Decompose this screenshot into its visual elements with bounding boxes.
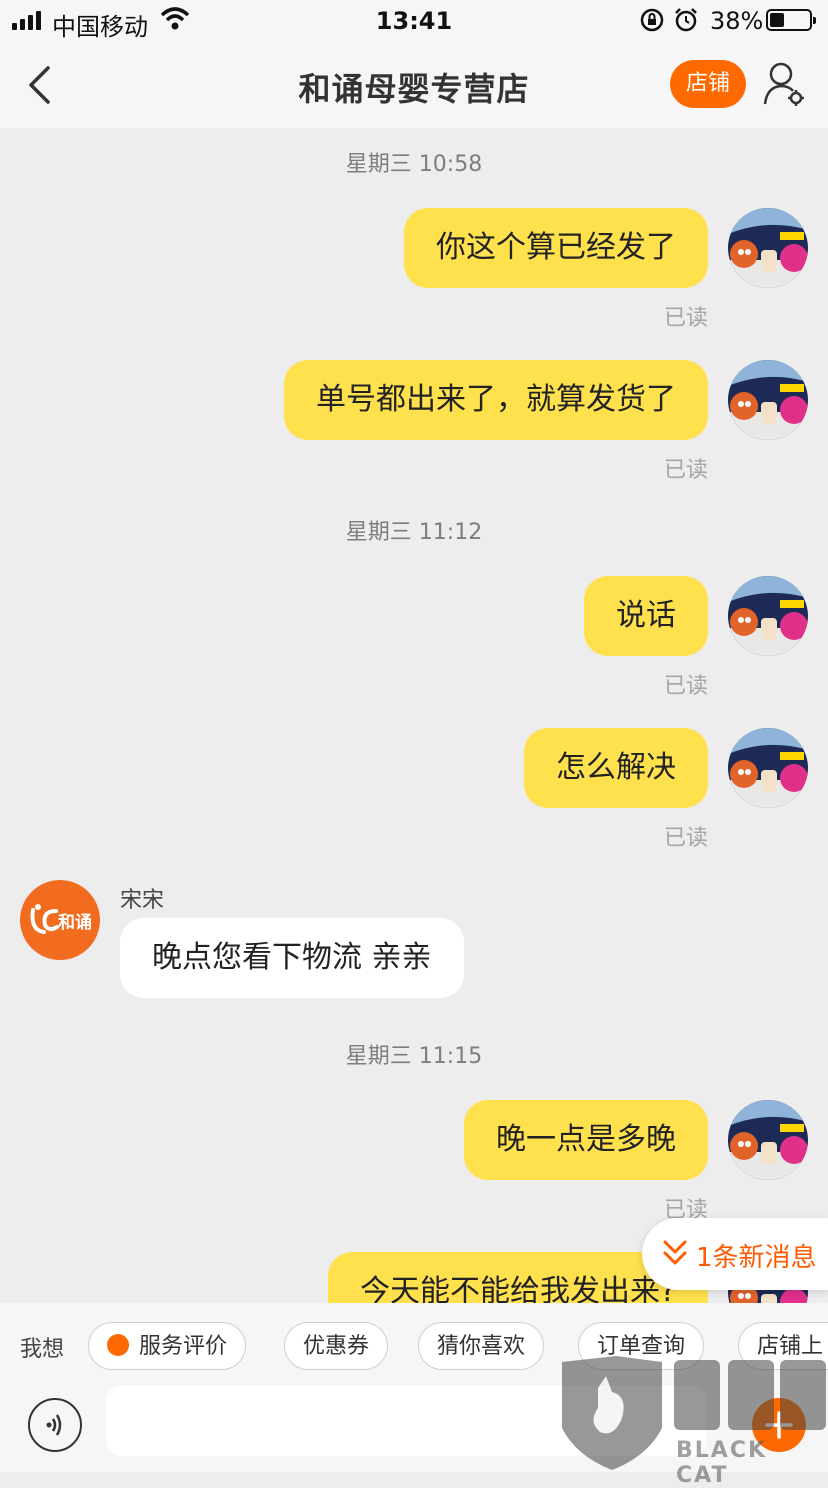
quick-bar-label: 我想 (20, 1337, 65, 1362)
battery-percent: 38% (710, 7, 764, 35)
voice-icon (46, 1414, 62, 1436)
shop-logo-icon: 和诵 (30, 904, 92, 934)
message-bubble-outgoing[interactable]: 怎么解决 (524, 728, 708, 808)
read-status: 已读 (663, 306, 708, 331)
status-bar: 中国移动 13:41 38% (0, 0, 828, 42)
user-avatar-image (728, 1100, 808, 1180)
sender-name: 宋宋 (120, 888, 165, 913)
user-avatar[interactable] (728, 576, 808, 656)
battery-icon (766, 9, 816, 31)
message-bubble-outgoing[interactable]: 单号都出来了，就算发货了 (284, 360, 708, 440)
clock: 13:41 (375, 7, 453, 35)
chip-service-review[interactable]: 服务评价 (88, 1322, 247, 1370)
chip-coupon[interactable]: 优惠券 (284, 1322, 389, 1370)
watermark-text: BLACK CAT (676, 1438, 768, 1488)
timestamp: 星期三 11:12 (345, 520, 483, 545)
user-avatar[interactable] (728, 1100, 808, 1180)
user-avatar[interactable] (728, 360, 808, 440)
shop-logo-text: 和诵 (58, 913, 92, 933)
user-avatar-image (728, 360, 808, 440)
message-bubble-outgoing[interactable]: 你这个算已经发了 (404, 208, 708, 288)
shop-button[interactable]: 店铺 (670, 60, 746, 108)
alarm-icon (675, 8, 697, 32)
message-bubble-outgoing[interactable]: 晚一点是多晚 (464, 1100, 708, 1180)
new-message-button[interactable]: 1条新消息 (642, 1218, 828, 1290)
read-status: 已读 (663, 674, 708, 699)
watermark: BLACK CAT (558, 1352, 828, 1488)
nav-bar: 和诵母婴专营店 店铺 (0, 42, 828, 128)
timestamp: 星期三 10:58 (345, 152, 483, 177)
double-chevron-down-icon (663, 1240, 687, 1265)
orientation-lock-icon (640, 8, 664, 32)
user-avatar-image (728, 728, 808, 808)
timestamp: 星期三 11:15 (345, 1044, 483, 1069)
user-avatar[interactable] (728, 208, 808, 288)
read-status: 已读 (663, 458, 708, 483)
message-bubble-incoming[interactable]: 晚点您看下物流 亲亲 (120, 918, 464, 998)
chip-recommend[interactable]: 猜你喜欢 (418, 1322, 545, 1370)
chat-area[interactable]: 星期三 10:58 你这个算已经发了 已读 单号都出来了，就算发货了 已读 星期… (0, 128, 828, 1303)
user-avatar-image (728, 576, 808, 656)
voice-input-button[interactable] (28, 1398, 82, 1452)
user-avatar[interactable] (728, 728, 808, 808)
user-avatar-image (728, 208, 808, 288)
user-settings-icon[interactable] (762, 60, 808, 110)
new-message-text: 1条新消息 (696, 1243, 817, 1273)
read-status: 已读 (663, 826, 708, 851)
message-bubble-outgoing[interactable]: 说话 (584, 576, 708, 656)
shop-avatar[interactable]: 和诵 (20, 880, 100, 960)
flower-icon (107, 1334, 129, 1356)
